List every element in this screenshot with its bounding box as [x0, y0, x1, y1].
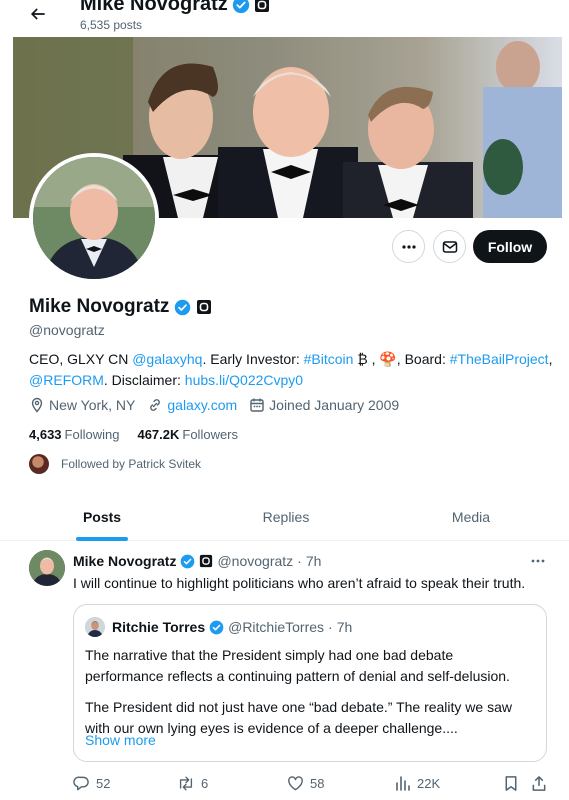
message-button[interactable]: [433, 230, 466, 263]
joined-item: Joined January 2009: [249, 397, 399, 413]
tweet-author-handle[interactable]: @novogratz: [217, 553, 293, 569]
bookmark-button[interactable]: [503, 775, 519, 792]
tweet-separator: ·: [297, 553, 302, 569]
profile-meta: New York, NY galaxy.com Joined January 2…: [29, 397, 411, 413]
following-count: 4,633: [29, 427, 62, 442]
share-button[interactable]: [531, 775, 547, 792]
quoted-tweet[interactable]: Ritchie Torres @RitchieTorres · 7h The n…: [73, 604, 547, 762]
calendar-icon: [249, 397, 265, 413]
quoted-author-name: Ritchie Torres: [112, 619, 206, 635]
top-bar: Mike Novogratz 6,535 posts: [0, 0, 569, 37]
affiliate-badge-icon[interactable]: [199, 554, 213, 568]
header-title: Mike Novogratz: [80, 0, 270, 16]
verified-badge-icon: [180, 554, 195, 569]
more-icon: [530, 553, 546, 569]
tweet-avatar[interactable]: [29, 550, 65, 586]
views-button[interactable]: 22K: [395, 775, 440, 791]
header-name: Mike Novogratz: [80, 0, 228, 15]
bio-text: ,: [548, 351, 553, 367]
quoted-header: Ritchie Torres @RitchieTorres · 7h: [112, 619, 352, 635]
location-text: New York, NY: [49, 397, 136, 413]
follow-button[interactable]: Follow: [473, 230, 547, 263]
repost-button[interactable]: 6: [177, 775, 208, 792]
message-icon: [442, 239, 458, 255]
verified-badge-icon: [209, 620, 224, 635]
followers-label: Followers: [182, 427, 239, 442]
views-count: 22K: [417, 775, 441, 791]
quoted-separator: ·: [328, 619, 333, 635]
followed-by[interactable]: Followed by Patrick Svitek: [29, 454, 201, 474]
tab-media[interactable]: Media: [422, 493, 520, 541]
verified-badge-icon: [174, 299, 191, 316]
tweet-header: Mike Novogratz @novogratz · 7h: [73, 553, 321, 569]
views-icon: [395, 775, 411, 791]
more-icon: [401, 239, 417, 255]
tab-posts[interactable]: Posts: [53, 493, 151, 541]
bio-text: CEO, GLXY CN: [29, 351, 133, 367]
follower-avatar: [29, 454, 49, 474]
tweet-actions: 52 6 58 22K: [73, 775, 553, 795]
followers-count: 467.2K: [137, 427, 180, 442]
profile-bio: CEO, GLXY CN @galaxyhq. Early Investor: …: [29, 349, 554, 391]
profile-stats: 4,633 Following 467.2K Followers: [29, 427, 238, 442]
active-tab-indicator: [76, 537, 128, 541]
following-link[interactable]: 4,633 Following: [29, 427, 119, 442]
like-count: 58: [310, 776, 325, 791]
bio-mention-galaxyhq[interactable]: @galaxyhq: [132, 351, 202, 367]
like-icon: [287, 775, 304, 792]
bio-text: . Early Investor:: [202, 351, 304, 367]
tweet-more-button[interactable]: [528, 553, 548, 569]
repost-count: 6: [201, 776, 209, 791]
link-icon: [147, 397, 163, 413]
share-icon: [531, 775, 547, 792]
profile-tabs: Posts Replies Media: [0, 493, 569, 541]
profile-name-text: Mike Novogratz: [29, 296, 170, 317]
followed-by-text: Followed by Patrick Svitek: [61, 457, 202, 471]
bio-text: ₿ , 🍄, Board:: [353, 351, 450, 367]
like-button[interactable]: 58: [287, 775, 324, 792]
website-link[interactable]: galaxy.com: [167, 397, 237, 413]
joined-text: Joined January 2009: [269, 397, 400, 413]
followers-link[interactable]: 467.2K Followers: [137, 427, 238, 442]
more-options-button[interactable]: [392, 230, 425, 263]
verified-badge-icon: [232, 0, 250, 14]
following-label: Following: [64, 427, 120, 442]
tweet-time[interactable]: 7h: [306, 553, 322, 569]
profile-avatar[interactable]: [29, 153, 159, 283]
location-item: New York, NY: [29, 397, 135, 413]
affiliate-badge-icon[interactable]: [196, 299, 212, 315]
bio-hashtag-bitcoin[interactable]: #Bitcoin: [304, 351, 354, 367]
repost-icon: [177, 775, 195, 792]
reply-icon: [73, 775, 90, 792]
bio-mention-reform[interactable]: @REFORM: [29, 372, 104, 388]
quoted-time: 7h: [336, 619, 353, 635]
profile-name: Mike Novogratz: [29, 296, 212, 318]
profile-handle: @novogratz: [29, 322, 105, 338]
bio-disclaimer-link[interactable]: hubs.li/Q022Cvpy0: [185, 372, 303, 388]
tab-replies[interactable]: Replies: [237, 493, 335, 541]
bio-hashtag-thebailproject[interactable]: #TheBailProject: [450, 351, 549, 367]
bio-text: . Disclaimer:: [103, 372, 185, 388]
tweet-text: I will continue to highlight politicians…: [73, 575, 526, 591]
back-arrow-icon[interactable]: [26, 2, 50, 26]
quoted-paragraph-1: The narrative that the President simply …: [85, 647, 510, 684]
header-posts-count: 6,535 posts: [80, 18, 143, 32]
affiliate-badge-icon[interactable]: [254, 0, 270, 13]
location-icon: [29, 397, 45, 413]
quoted-avatar: [85, 617, 105, 637]
bookmark-icon: [503, 775, 519, 792]
quoted-author-handle: @RitchieTorres: [228, 619, 325, 635]
reply-button[interactable]: 52: [73, 775, 110, 792]
tweet-author-name[interactable]: Mike Novogratz: [73, 553, 176, 569]
website-item[interactable]: galaxy.com: [147, 397, 237, 413]
reply-count: 52: [96, 776, 111, 791]
show-more-link[interactable]: Show more: [85, 732, 156, 748]
